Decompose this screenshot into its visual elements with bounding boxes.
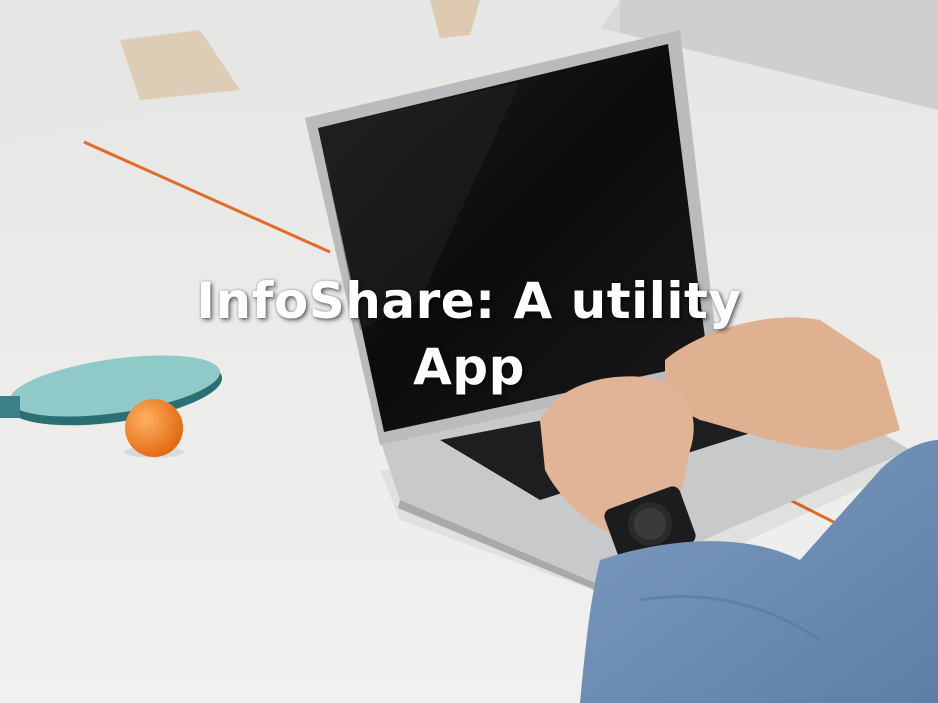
title-line-1: InfoShare: A utility — [196, 272, 742, 330]
slide-title: InfoShare: A utility App — [0, 268, 938, 400]
title-line-2: App — [413, 338, 525, 396]
slide: InfoShare: A utility App — [0, 0, 938, 703]
